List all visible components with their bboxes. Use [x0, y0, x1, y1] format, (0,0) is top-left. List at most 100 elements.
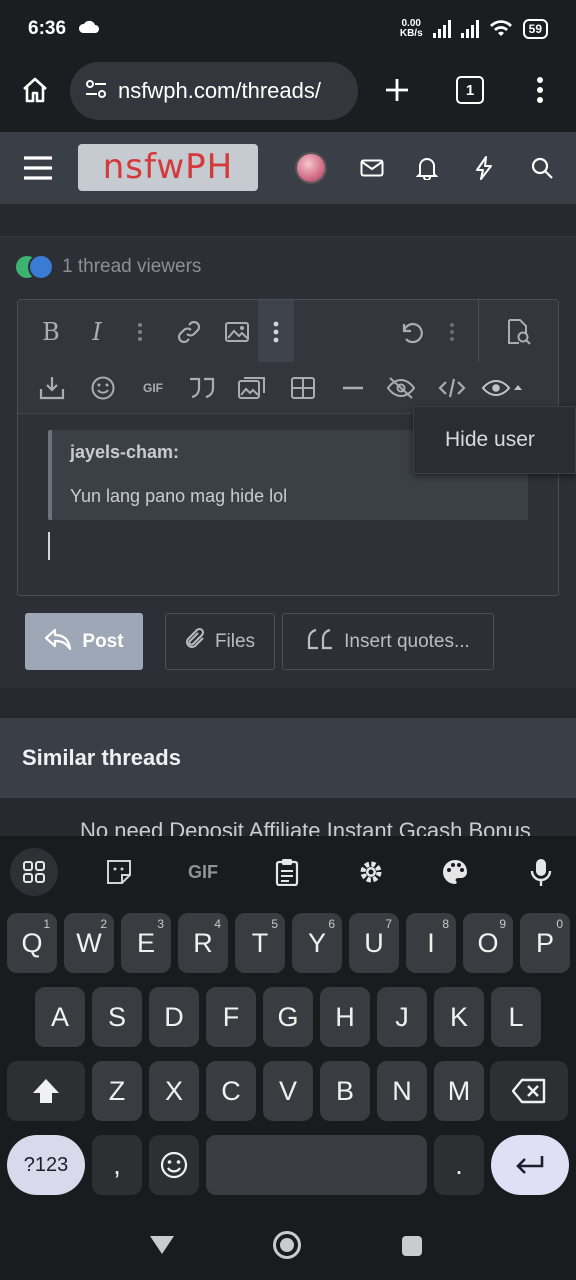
search-icon[interactable] — [524, 150, 560, 186]
toolbar-divider — [478, 300, 479, 362]
gear-icon[interactable] — [347, 848, 395, 896]
key-d[interactable]: D — [149, 987, 199, 1047]
key-o[interactable]: O9 — [463, 913, 513, 973]
post-button[interactable]: Post — [25, 613, 143, 670]
key-n[interactable]: N — [377, 1061, 427, 1121]
site-logo[interactable]: nsfwPH — [78, 144, 258, 191]
spoiler-icon[interactable] — [384, 368, 418, 408]
hide-user-menu-item[interactable]: Hide user — [413, 406, 576, 474]
text-caret — [48, 532, 50, 560]
shift-key[interactable] — [7, 1061, 85, 1121]
signal-icon — [432, 20, 451, 38]
space-key[interactable] — [206, 1135, 427, 1195]
key-a[interactable]: A — [35, 987, 85, 1047]
bell-icon[interactable] — [409, 150, 445, 186]
key-y[interactable]: Y6 — [292, 913, 342, 973]
key-s[interactable]: S — [92, 987, 142, 1047]
key-i[interactable]: I8 — [406, 913, 456, 973]
tab-switcher-button[interactable]: 1 — [452, 72, 488, 108]
signal-icon-2 — [460, 20, 479, 38]
recents-icon[interactable] — [400, 1234, 424, 1263]
key-v[interactable]: V — [263, 1061, 313, 1121]
sticker-icon[interactable] — [95, 848, 143, 896]
quote-icon — [306, 628, 334, 656]
link-icon[interactable] — [174, 312, 204, 352]
key-h[interactable]: H — [320, 987, 370, 1047]
cloud-icon — [78, 18, 100, 40]
gif-button[interactable]: GIF — [138, 368, 168, 408]
emoji-key[interactable] — [149, 1135, 199, 1195]
draft-icon[interactable] — [36, 368, 68, 408]
comma-key[interactable]: , — [92, 1135, 142, 1195]
new-tab-icon[interactable] — [379, 72, 415, 108]
similar-threads-heading: Similar threads — [0, 718, 576, 798]
back-icon[interactable] — [148, 1234, 176, 1261]
files-button[interactable]: Files — [165, 613, 275, 670]
home-button-icon[interactable] — [272, 1230, 302, 1265]
key-z[interactable]: Z — [92, 1061, 142, 1121]
more-text-options-icon[interactable] — [130, 312, 150, 352]
browser-menu-icon[interactable] — [522, 72, 558, 108]
key-e[interactable]: E3 — [121, 913, 171, 973]
key-k[interactable]: K — [434, 987, 484, 1047]
italic-button[interactable]: I — [84, 312, 110, 352]
backspace-key[interactable] — [490, 1061, 568, 1121]
code-icon[interactable] — [436, 368, 468, 408]
quote-text: Yun lang pano mag hide lol — [70, 486, 288, 506]
key-c[interactable]: C — [206, 1061, 256, 1121]
system-nav-bar — [0, 1206, 576, 1280]
key-t[interactable]: T5 — [235, 913, 285, 973]
enter-key[interactable] — [491, 1135, 569, 1195]
table-icon[interactable] — [288, 368, 318, 408]
insert-quotes-button[interactable]: Insert quotes... — [282, 613, 494, 670]
quote-icon[interactable] — [186, 368, 218, 408]
paperclip-icon — [185, 627, 207, 657]
key-q[interactable]: Q1 — [7, 913, 57, 973]
image-icon[interactable] — [222, 312, 252, 352]
preview-icon[interactable] — [502, 312, 534, 352]
undo-icon[interactable] — [396, 312, 426, 352]
lightning-icon[interactable] — [466, 150, 502, 186]
key-b[interactable]: B — [320, 1061, 370, 1121]
thread-viewers-text: 1 thread viewers — [62, 256, 202, 277]
period-key[interactable]: . — [434, 1135, 484, 1195]
apps-grid-icon[interactable] — [10, 848, 58, 896]
avatar[interactable] — [293, 150, 329, 186]
url-bar[interactable]: nsfwph.com/threads/ — [70, 62, 358, 120]
hamburger-menu-icon[interactable] — [20, 150, 56, 186]
post-button-label: Post — [82, 630, 124, 652]
key-u[interactable]: U7 — [349, 913, 399, 973]
clipboard-icon[interactable] — [263, 848, 311, 896]
emoji-icon[interactable] — [88, 368, 118, 408]
bold-button[interactable]: B — [38, 312, 64, 352]
key-j[interactable]: J — [377, 987, 427, 1047]
gallery-icon[interactable] — [236, 368, 268, 408]
site-settings-icon[interactable] — [84, 78, 108, 105]
symbols-key[interactable]: ?123 — [7, 1135, 85, 1195]
key-r[interactable]: R4 — [178, 913, 228, 973]
insert-quotes-label: Insert quotes... — [344, 630, 470, 652]
key-m[interactable]: M — [434, 1061, 484, 1121]
url-text: nsfwph.com/threads/ — [118, 78, 321, 103]
browser-toolbar: nsfwph.com/threads/ 1 — [0, 58, 576, 132]
files-button-label: Files — [214, 630, 256, 652]
reply-icon — [44, 627, 72, 657]
key-g[interactable]: G — [263, 987, 313, 1047]
editor-toolbar-row-1: B I — [18, 300, 558, 362]
key-w[interactable]: W2 — [64, 913, 114, 973]
palette-icon[interactable] — [431, 848, 479, 896]
network-speed: 0.00 KB/s — [399, 18, 423, 39]
gif-keyboard-button[interactable]: GIF — [179, 848, 227, 896]
inbox-icon[interactable] — [354, 150, 390, 186]
home-icon[interactable] — [17, 72, 53, 108]
key-f[interactable]: F — [206, 987, 256, 1047]
key-x[interactable]: X — [149, 1061, 199, 1121]
key-l[interactable]: L — [491, 987, 541, 1047]
horizontal-line-icon[interactable] — [338, 368, 368, 408]
thread-viewers[interactable]: 1 thread viewers — [14, 254, 201, 280]
hide-content-dropdown[interactable] — [480, 368, 526, 408]
key-p[interactable]: P0 — [520, 913, 570, 973]
more-options-icon[interactable] — [442, 312, 462, 352]
microphone-icon[interactable] — [517, 848, 565, 896]
quote-author: jayels-cham: — [70, 442, 180, 462]
